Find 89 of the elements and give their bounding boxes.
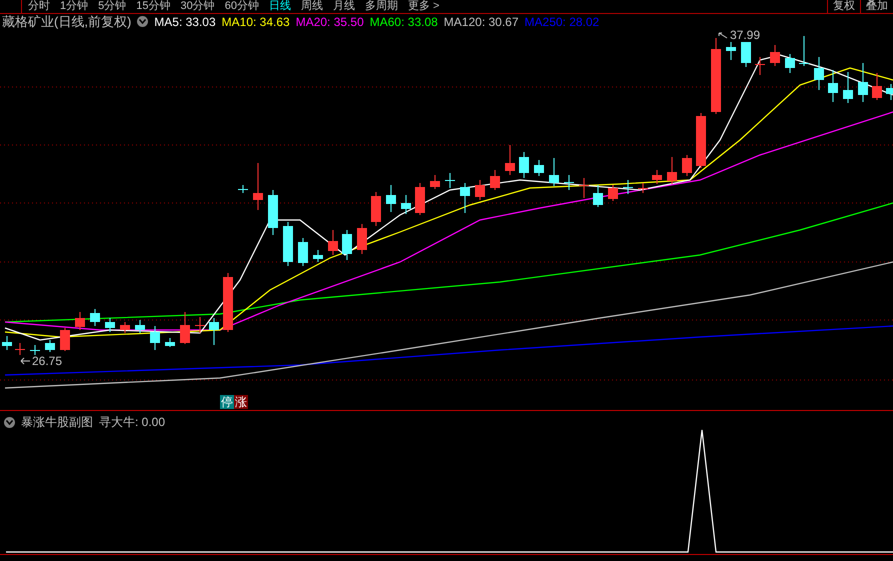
moving-average-value: MA60: 33.08 bbox=[370, 14, 438, 30]
arrow-icon bbox=[718, 32, 728, 40]
signal-badge: 停 bbox=[220, 395, 234, 409]
candlestick bbox=[505, 144, 515, 176]
toolbar-button[interactable]: 复权 bbox=[827, 0, 860, 13]
candlestick bbox=[60, 328, 70, 352]
period-tab[interactable]: 30分钟 bbox=[180, 0, 215, 13]
candlestick bbox=[564, 174, 574, 190]
candlestick bbox=[755, 56, 765, 76]
candlestick bbox=[195, 316, 205, 334]
candlestick bbox=[253, 162, 263, 210]
candlestick bbox=[475, 180, 485, 200]
period-tab[interactable]: 周线 bbox=[301, 0, 323, 13]
dropdown-icon[interactable] bbox=[137, 16, 148, 27]
candlestick bbox=[223, 272, 233, 332]
high-price-label: 37.99 bbox=[730, 29, 760, 42]
candlestick bbox=[268, 190, 278, 236]
moving-average-value: MA250: 28.02 bbox=[524, 14, 600, 30]
candlestick bbox=[593, 184, 603, 208]
candlestick bbox=[490, 170, 500, 190]
period-tab[interactable]: 日线 bbox=[269, 0, 291, 13]
period-tab[interactable]: 更多 > bbox=[408, 0, 440, 13]
candlestick bbox=[401, 194, 411, 214]
candlestick bbox=[180, 312, 190, 344]
arrow-icon bbox=[20, 357, 30, 365]
candlestick bbox=[150, 326, 160, 350]
candlestick bbox=[872, 72, 882, 100]
dropdown-icon[interactable] bbox=[4, 416, 15, 428]
period-tab[interactable]: 分时 bbox=[28, 0, 50, 13]
candlestick bbox=[2, 336, 12, 350]
candlestick bbox=[638, 182, 648, 194]
low-price-label: 26.75 bbox=[32, 353, 62, 370]
candlestick bbox=[90, 308, 100, 326]
candlestick bbox=[549, 158, 559, 186]
candlestick bbox=[357, 224, 367, 254]
candlestick bbox=[342, 230, 352, 260]
candlestick bbox=[105, 318, 115, 332]
candlestick bbox=[886, 84, 893, 100]
candlestick bbox=[45, 340, 55, 352]
candlestick bbox=[371, 192, 381, 226]
candlestick bbox=[770, 44, 780, 66]
candlestick bbox=[313, 250, 323, 262]
candlestick bbox=[799, 36, 809, 66]
indicator-title: 暴涨牛股副图 bbox=[21, 414, 93, 431]
candlestick bbox=[519, 152, 529, 178]
candlestick bbox=[135, 320, 145, 334]
candlestick bbox=[30, 344, 40, 356]
candlestick bbox=[165, 338, 175, 348]
period-tab[interactable]: 60分钟 bbox=[224, 0, 259, 13]
candlestick bbox=[15, 342, 25, 356]
candlestick bbox=[652, 170, 662, 184]
moving-average-value: MA5: 33.03 bbox=[154, 14, 216, 30]
candlestick bbox=[726, 40, 736, 60]
candlestick bbox=[814, 56, 824, 90]
candlestick bbox=[785, 54, 795, 74]
candlestick bbox=[682, 154, 692, 176]
signal-badge: 涨 bbox=[234, 395, 248, 409]
candlestick bbox=[328, 230, 338, 256]
candlestick bbox=[283, 222, 293, 266]
candlestick bbox=[415, 182, 425, 216]
period-tab[interactable]: 15分钟 bbox=[136, 0, 170, 13]
toolbar-button[interactable]: 叠加 bbox=[860, 0, 893, 13]
candlestick bbox=[75, 312, 85, 330]
candlestick bbox=[623, 180, 633, 194]
candlestick bbox=[460, 182, 470, 214]
period-tab[interactable]: 1分钟 bbox=[60, 0, 88, 13]
candlestick bbox=[579, 178, 589, 198]
stock-title: 藏格矿业(日线,前复权) bbox=[2, 12, 132, 31]
candlestick bbox=[430, 174, 440, 190]
candlestick bbox=[843, 72, 853, 104]
candlestick bbox=[608, 184, 618, 202]
moving-average-value: MA120: 30.67 bbox=[444, 14, 519, 30]
candlestick bbox=[209, 318, 219, 346]
period-tab[interactable]: 5分钟 bbox=[98, 0, 126, 13]
candlestick bbox=[667, 156, 677, 184]
candlestick bbox=[445, 172, 455, 188]
moving-average-value: MA20: 35.50 bbox=[296, 14, 364, 30]
candlestick bbox=[298, 238, 308, 266]
moving-average-value: MA10: 34.63 bbox=[222, 14, 290, 30]
period-tab[interactable]: 多周期 bbox=[365, 0, 398, 13]
candlestick bbox=[858, 62, 868, 102]
candlestick bbox=[696, 112, 706, 168]
candlestick bbox=[120, 322, 130, 334]
candlestick bbox=[828, 70, 838, 102]
candlestick bbox=[386, 184, 396, 212]
candlestick bbox=[534, 160, 544, 176]
indicator-value: 寻大牛: 0.00 bbox=[99, 414, 166, 431]
period-tab[interactable]: 月线 bbox=[333, 0, 355, 13]
candlestick bbox=[238, 184, 248, 194]
